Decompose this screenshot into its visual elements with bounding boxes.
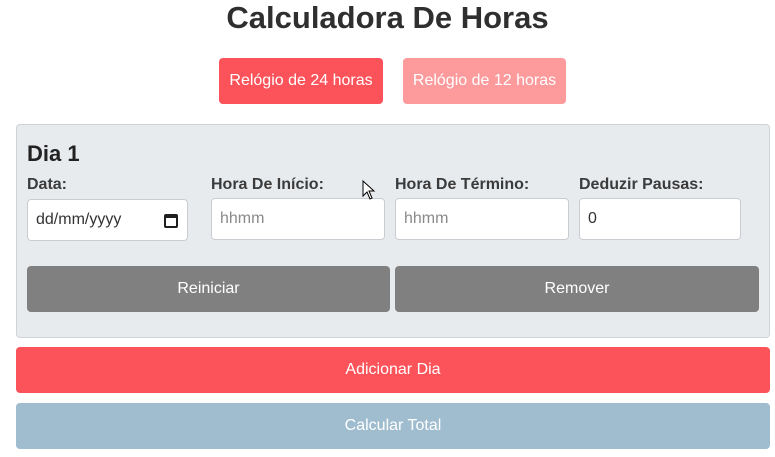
page: Calculadora De Horas Relógio de 24 horas…	[0, 0, 775, 457]
date-input-value: dd/mm/yyyy	[36, 211, 122, 228]
mode-24h-button[interactable]: Relógio de 24 horas	[219, 58, 383, 104]
deduct-breaks-label: Deduzir Pausas:	[579, 176, 704, 193]
mode-12h-button[interactable]: Relógio de 12 horas	[403, 58, 566, 104]
end-time-placeholder: hhmm	[404, 210, 449, 227]
day-card: Dia 1 Data: Hora De Início: Hora De Térm…	[16, 124, 770, 338]
reset-button[interactable]: Reiniciar	[27, 266, 390, 312]
remove-button[interactable]: Remover	[395, 266, 759, 312]
date-label: Data:	[27, 176, 68, 193]
calendar-icon[interactable]	[164, 214, 178, 228]
day-title: Dia 1	[27, 141, 80, 166]
mouse-cursor-icon	[362, 180, 376, 200]
start-time-label: Hora De Início:	[211, 176, 324, 193]
start-time-placeholder: hhmm	[220, 210, 265, 227]
page-title: Calculadora De Horas	[226, 0, 549, 35]
end-time-input[interactable]: hhmm	[395, 198, 569, 240]
calculate-total-button[interactable]: Calcular Total	[16, 403, 770, 449]
end-time-label: Hora De Término:	[395, 176, 530, 193]
add-day-button[interactable]: Adicionar Dia	[16, 347, 770, 393]
start-time-input[interactable]: hhmm	[211, 198, 385, 240]
date-input[interactable]: dd/mm/yyyy	[27, 199, 188, 241]
deduct-breaks-input[interactable]: 0	[579, 198, 741, 240]
deduct-breaks-value: 0	[588, 210, 597, 227]
